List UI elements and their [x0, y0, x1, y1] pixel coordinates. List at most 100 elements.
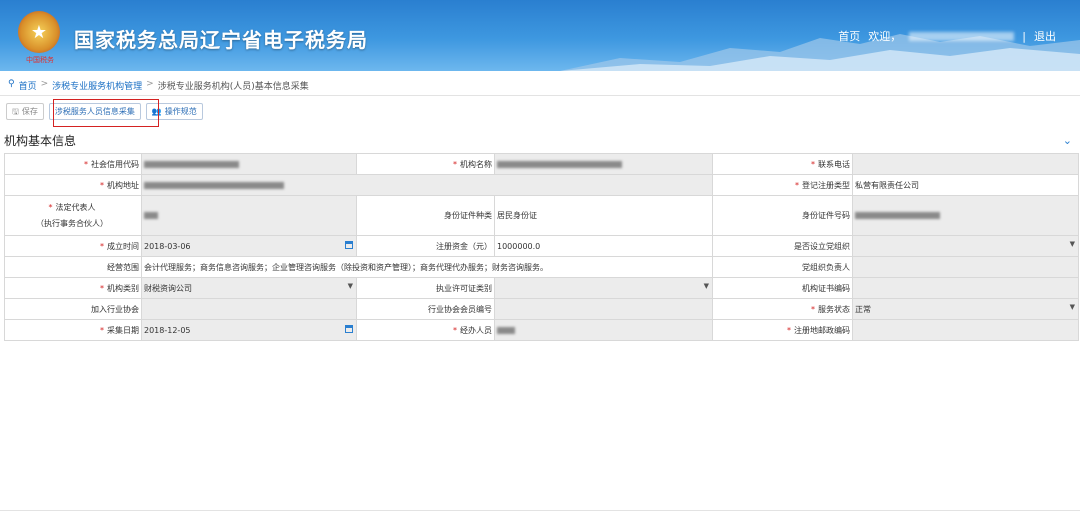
save-label: 保存	[21, 107, 38, 116]
form-row: * 采集日期 2018-12-05 * 经办人员 * 注册地邮政编码	[4, 319, 1079, 341]
est-date-field[interactable]: 2018-03-06	[141, 235, 357, 257]
service-status-select[interactable]: 正常 ▼	[852, 298, 1079, 320]
form-row: * 社会信用代码 * 机构名称 * 联系电话	[4, 153, 1079, 175]
form-row: * 法定代表人 （执行事务合伙人） 身份证件种类 居民身份证 身份证件号码	[4, 195, 1079, 236]
postcode-field[interactable]	[852, 319, 1079, 341]
address-field[interactable]	[141, 174, 713, 196]
top-nav: 首页 欢迎， | 退出	[838, 28, 1056, 44]
service-status-label: * 服务状态	[712, 298, 853, 320]
party-leader-field[interactable]	[852, 256, 1079, 278]
chevron-down-icon: ▼	[1069, 240, 1075, 248]
section-header: 机构基本信息 ⌄	[4, 132, 1080, 149]
form-row: * 机构类别 财税资询公司 ▼ 执业许可证类别 ▼ 机构证书编码	[4, 277, 1079, 299]
redacted-value	[855, 212, 940, 219]
form-row: * 成立时间 2018-03-06 注册资金（元） 1000000.0 是否设立党…	[4, 235, 1079, 257]
required-icon: *	[100, 180, 104, 190]
site-header: ★ 中国税务 国家税务总局辽宁省电子税务局 首页 欢迎， | 退出	[0, 0, 1080, 71]
chevron-down-icon[interactable]: ⌄	[1063, 134, 1072, 147]
org-cert-field[interactable]	[852, 277, 1079, 299]
address-label: * 机构地址	[4, 174, 142, 196]
required-icon: *	[811, 304, 815, 314]
credit-code-label: * 社会信用代码	[4, 153, 142, 175]
section-title: 机构基本信息	[4, 134, 77, 148]
breadcrumb-level1[interactable]: 涉税专业服务机构管理	[52, 79, 142, 92]
id-type-label: 身份证件种类	[356, 195, 495, 236]
org-info-form: * 社会信用代码 * 机构名称 * 联系电话 * 机构地址 * 登记注册类型 私营有限责任…	[4, 153, 1079, 341]
legal-rep-label: * 法定代表人 （执行事务合伙人）	[4, 195, 142, 236]
legal-rep-field[interactable]	[141, 195, 357, 236]
nav-home-link[interactable]: 首页	[838, 28, 860, 44]
form-row: 经营范围 会计代理服务；商务信息咨询服务；企业管理咨询服务（除投资和资产管理）；…	[4, 256, 1079, 278]
org-name-label: * 机构名称	[356, 153, 495, 175]
breadcrumb: ⚲ 首页 > 涉税专业服务机构管理 > 涉税专业服务机构(人员)基本信息采集	[8, 79, 309, 92]
nav-welcome-text: 欢迎，	[868, 30, 902, 43]
handler-label: * 经办人员	[356, 319, 495, 341]
calendar-icon[interactable]	[345, 241, 353, 249]
phone-label: * 联系电话	[712, 153, 853, 175]
credit-code-field[interactable]	[141, 153, 357, 175]
id-type-value: 居民身份证	[494, 195, 713, 236]
handler-field[interactable]	[494, 319, 713, 341]
id-no-label: 身份证件号码	[712, 195, 853, 236]
tax-emblem-logo: ★	[18, 11, 60, 53]
scope-value: 会计代理服务；商务信息咨询服务；企业管理咨询服务（除投资和资产管理）；商务代理代…	[141, 256, 713, 278]
required-icon: *	[453, 325, 457, 335]
redacted-value	[144, 212, 158, 219]
save-button[interactable]: 🖫 保存	[6, 103, 44, 120]
redacted-value	[144, 181, 284, 189]
party-org-label: 是否设立党组织	[712, 235, 853, 257]
required-icon: *	[811, 159, 815, 169]
scope-label: 经营范围	[4, 256, 142, 278]
divider	[0, 510, 1080, 511]
reg-type-label: * 登记注册类型	[712, 174, 853, 196]
highlight-box	[53, 99, 159, 127]
redacted-value	[497, 326, 515, 334]
chevron-down-icon: ▼	[347, 282, 353, 290]
breadcrumb-sep: >	[146, 79, 154, 89]
assoc-member-label: 行业协会会员编号	[356, 298, 495, 320]
party-org-select[interactable]: ▼	[852, 235, 1079, 257]
capital-label: 注册资金（元）	[356, 235, 495, 257]
user-name-redacted	[909, 31, 1015, 41]
org-cert-label: 机构证书编码	[712, 277, 853, 299]
collect-date-label: * 采集日期	[4, 319, 142, 341]
redacted-value	[497, 160, 622, 168]
phone-field[interactable]	[852, 153, 1079, 175]
required-icon: *	[100, 325, 104, 335]
calendar-icon[interactable]	[345, 325, 353, 333]
assoc-label: 加入行业协会	[4, 298, 142, 320]
org-category-select[interactable]: 财税资询公司 ▼	[141, 277, 357, 299]
assoc-member-field[interactable]	[494, 298, 713, 320]
breadcrumb-sep: >	[40, 79, 49, 89]
form-row: * 机构地址 * 登记注册类型 私营有限责任公司	[4, 174, 1079, 196]
id-no-field[interactable]	[852, 195, 1079, 236]
redacted-value	[144, 160, 239, 168]
form-row: 加入行业协会 行业协会会员编号 * 服务状态 正常 ▼	[4, 298, 1079, 320]
nav-separator: |	[1022, 29, 1026, 43]
postcode-label: * 注册地邮政编码	[712, 319, 853, 341]
location-pin-icon: ⚲	[8, 79, 15, 89]
license-type-label: 执业许可证类别	[356, 277, 495, 299]
required-icon: *	[795, 180, 799, 190]
org-name-field[interactable]	[494, 153, 713, 175]
license-type-select[interactable]: ▼	[494, 277, 713, 299]
est-date-label: * 成立时间	[4, 235, 142, 257]
assoc-field[interactable]	[141, 298, 357, 320]
chevron-down-icon: ▼	[703, 282, 709, 290]
save-icon: 🖫	[12, 107, 19, 116]
breadcrumb-home[interactable]: 首页	[19, 79, 37, 92]
site-title: 国家税务总局辽宁省电子税务局	[74, 28, 368, 52]
chevron-down-icon: ▼	[1069, 303, 1075, 311]
emblem-text: 中国税务	[26, 56, 54, 64]
breadcrumb-current: 涉税专业服务机构(人员)基本信息采集	[157, 82, 309, 92]
collect-date-field[interactable]: 2018-12-05	[141, 319, 357, 341]
required-icon: *	[100, 283, 104, 293]
nav-logout-link[interactable]: 退出	[1034, 28, 1056, 44]
required-icon: *	[100, 241, 104, 251]
party-leader-label: 党组织负责人	[712, 256, 853, 278]
capital-field[interactable]: 1000000.0	[494, 235, 713, 257]
required-icon: *	[84, 159, 88, 169]
spec-label: 操作规范	[164, 107, 197, 116]
divider	[0, 95, 1080, 96]
org-category-label: * 机构类别	[4, 277, 142, 299]
